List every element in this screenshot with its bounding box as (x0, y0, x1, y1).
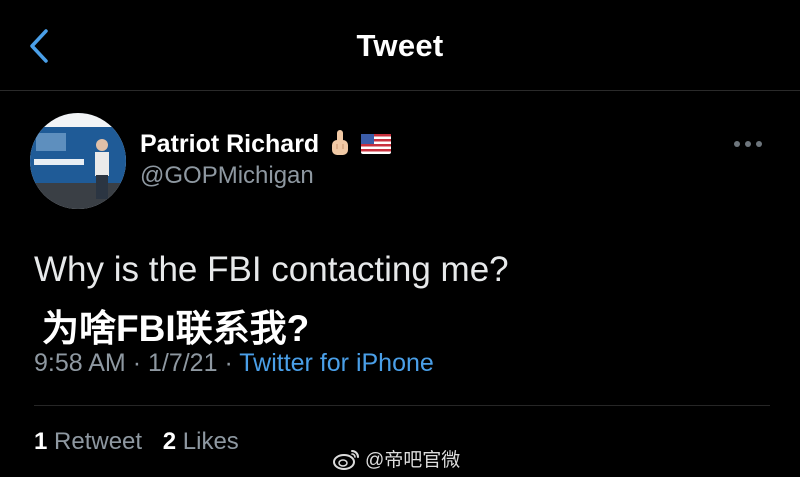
more-dot-icon (734, 141, 740, 147)
retweets-label: Retweet (54, 428, 143, 455)
tweet-text: Why is the FBI contacting me? (34, 250, 509, 289)
page-title: Tweet (356, 28, 444, 63)
profile-photo (30, 113, 126, 209)
meta-separator: · (132, 349, 142, 377)
stats-divider (34, 405, 770, 406)
avatar[interactable] (30, 113, 126, 209)
retweets-count: 1 (34, 428, 48, 455)
more-dot-icon (745, 141, 751, 147)
more-options-button[interactable] (730, 134, 766, 154)
middle-finger-emoji-icon (332, 130, 349, 155)
likes-count: 2 (162, 428, 177, 455)
us-flag-icon (361, 134, 392, 154)
meta-separator: · (224, 349, 233, 377)
more-dot-icon (756, 141, 762, 147)
weibo-logo-icon (333, 449, 359, 470)
retweets-stat[interactable]: 1 Retweet (34, 428, 142, 455)
likes-stat[interactable]: 2 Likes (163, 428, 239, 455)
watermark-text: @帝吧官微 (365, 450, 461, 471)
tweet-meta: 9:58 AM · 1/7/21 · Twitter for iPhone (34, 349, 434, 378)
author-name-row: Patriot Richard (140, 127, 392, 161)
tweet-time: 9:58 AM (34, 349, 126, 377)
header-divider (0, 90, 800, 91)
header-bar: Tweet (0, 0, 800, 90)
author-handle[interactable]: @GOPMichigan (140, 162, 314, 190)
likes-label: Likes (182, 428, 239, 455)
tweet-source-link[interactable]: Twitter for iPhone (239, 349, 434, 377)
tweet-date: 1/7/21 (147, 349, 218, 377)
author-display-name[interactable]: Patriot Richard (140, 130, 319, 159)
tweet-text-translation: 为啥FBI联系我? (42, 308, 310, 349)
watermark: @帝吧官微 (333, 445, 460, 472)
tweet-stats: 1 Retweet 2 Likes (34, 428, 253, 456)
